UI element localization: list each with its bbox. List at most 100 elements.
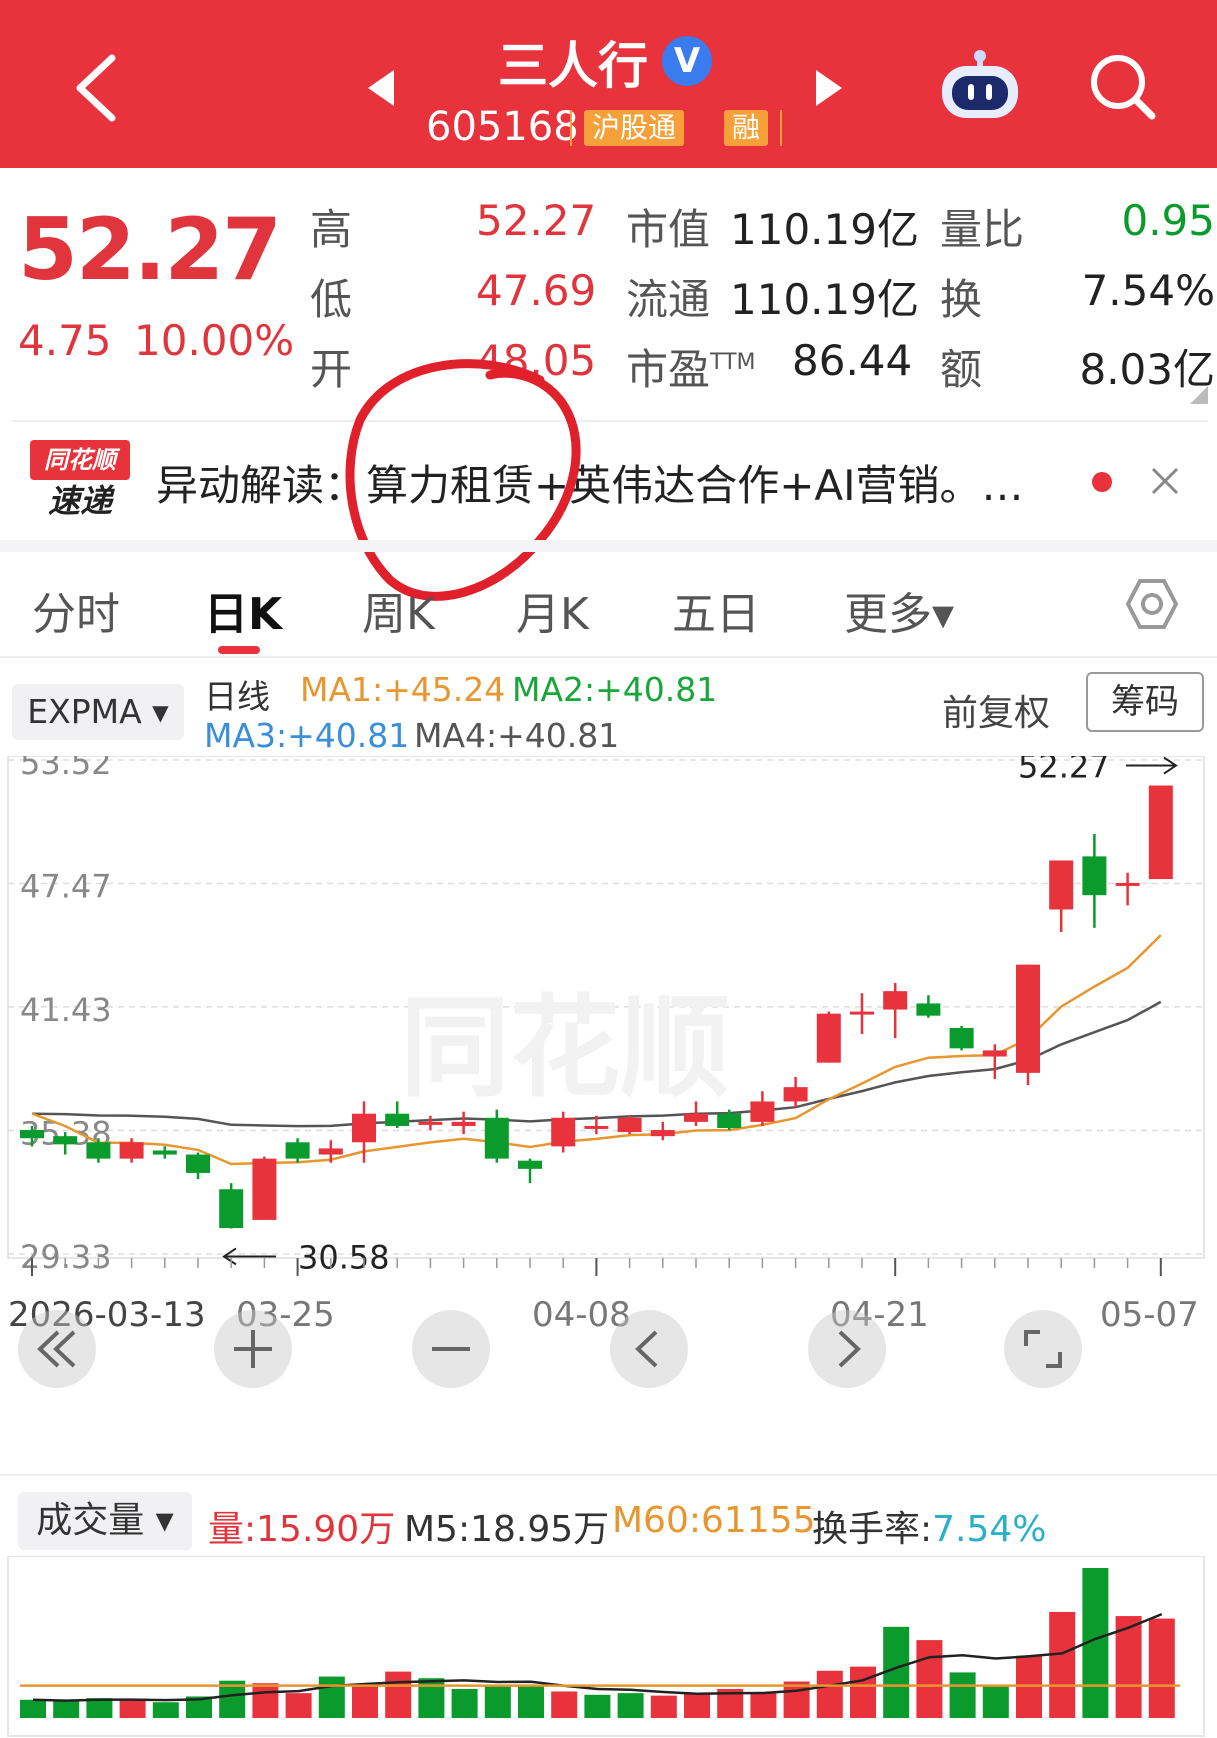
volume-bar [152,1702,179,1718]
fullscreen-icon [1024,1330,1062,1368]
candle-body [518,1160,542,1169]
candle-body [750,1101,775,1122]
turnover-value: 7.54% [1081,266,1215,315]
volume-bar [418,1678,445,1718]
ma2-value: MA2:+40.81 [512,670,718,709]
candle-body [883,991,908,1010]
candle-body [451,1121,476,1126]
x-tick-label: 05-07 [1100,1295,1199,1335]
tag-shanghai-connect[interactable]: 沪股通 [584,110,685,146]
chevron-left-icon[interactable] [70,52,120,122]
tab-weekly-k[interactable]: 周K [362,578,435,642]
minus-icon [432,1347,470,1351]
volume-bar [352,1686,378,1718]
triangle-left-icon[interactable] [366,68,396,108]
volume-m5: M5:18.95万 [404,1509,610,1550]
candle-body [484,1117,509,1159]
turnover-rate: 换手率:7.54% [812,1500,1047,1552]
candle-body [1016,964,1040,1073]
volume-selector[interactable]: 成交量 ▾ [18,1492,192,1550]
robot-assistant-icon[interactable] [938,46,1022,126]
scroll-right-button[interactable] [808,1310,886,1388]
volume-bar [551,1691,578,1718]
candle-body [318,1148,343,1155]
high-value: 52.27 [476,196,597,245]
tab-daily-k[interactable]: 日K [204,578,282,642]
tab-intraday[interactable]: 分时 [32,578,120,642]
float-cap-value: 110.19亿 [730,275,919,324]
expand-corner-icon[interactable] [1190,386,1208,404]
volume-bar [252,1683,279,1718]
candle-body [1082,856,1107,896]
amount-label: 额 [940,345,983,394]
candle-body [119,1142,144,1159]
volume-bar [20,1699,46,1718]
volume-bar [982,1686,1009,1718]
high-label: 高 [310,205,353,254]
pe-label: 市盈TTM [626,336,756,397]
candle-body [252,1158,277,1220]
volume-bar [916,1640,943,1718]
zoom-in-button[interactable] [214,1310,292,1388]
candle-body [949,1027,974,1049]
candle-body [219,1189,244,1229]
fullscreen-button[interactable] [1004,1310,1082,1388]
chevron-right-icon [838,1330,861,1368]
tag-margin[interactable]: 融 [724,110,769,146]
low-label: 低 [310,275,353,324]
volume-ratio-value: 0.95 [1121,196,1215,245]
tab-five-day[interactable]: 五日 [672,578,760,642]
candle-body [684,1113,708,1122]
double-chevron-left-icon [37,1330,76,1368]
line-type-label: 日线 [204,677,270,716]
rewind-button[interactable] [18,1310,96,1388]
candle-body [418,1121,443,1125]
candle-body [385,1113,410,1126]
volume-bar [484,1684,511,1718]
news-logo-top: 同花顺 [30,440,130,480]
y-tick-label: 47.47 [20,868,112,906]
tab-more[interactable]: 更多▾ [844,578,954,642]
news-logo-bottom: 速递 [47,482,112,520]
volume-ratio-label: 量比 [940,205,1025,254]
volume-chart[interactable] [0,1556,1217,1738]
pe-ttm-sup: TTM [710,350,756,375]
news-logo: 同花顺 速递 [30,440,130,522]
chevron-left-icon [635,1330,658,1368]
candle-body [816,1013,841,1063]
candle-body [152,1150,177,1155]
search-icon[interactable] [1088,52,1158,122]
volume-bar [451,1688,478,1718]
market-cap-label: 市值 [626,205,711,254]
scroll-left-button[interactable] [610,1310,688,1388]
settings-hexagon-icon[interactable] [1126,578,1178,630]
candle-body [551,1117,576,1147]
y-tick-label: 41.43 [20,991,112,1029]
chips-button[interactable]: 筹码 [1086,672,1204,732]
volume-m60: M60:61155 [612,1500,816,1541]
adjust-mode[interactable]: 前复权 [942,684,1050,736]
current-price: 52.27 [18,200,282,300]
candle-body [53,1136,78,1145]
close-icon[interactable] [1150,466,1180,496]
zoom-out-button[interactable] [412,1310,490,1388]
volume-bar [949,1672,976,1718]
max-price-label: 52.27 [1018,756,1110,786]
tab-monthly-k[interactable]: 月K [516,578,589,642]
candle-body [352,1113,376,1143]
volume-bar [1049,1611,1076,1718]
candle-body [916,1003,941,1016]
triangle-right-icon[interactable] [814,68,844,108]
candle-body [783,1087,808,1102]
turnover-rate-text: 换手率:7.54% [812,1509,1047,1550]
market-cap-value: 110.19亿 [730,205,919,254]
volume-bar [650,1695,677,1718]
price-change-percent: 10.00% [134,316,295,365]
ma4-value: MA4:+40.81 [414,716,620,755]
stock-code: 605168 [426,104,579,150]
low-value: 47.69 [476,266,597,315]
verified-icon: V [662,36,712,86]
indicator-selector[interactable]: EXPMA ▾ [12,684,184,740]
volume-bar [684,1693,710,1718]
float-cap-label: 流通 [626,275,711,324]
